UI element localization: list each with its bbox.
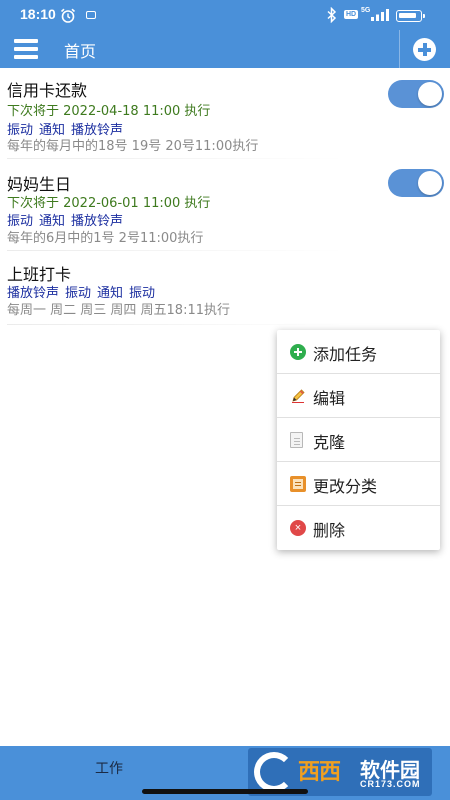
status-time: 18:10 — [20, 6, 56, 22]
watermark-url: CR173.COM — [360, 779, 421, 789]
toggle-knob — [418, 82, 442, 106]
task-item-mom-birthday[interactable]: 妈妈生日 下次将于 2022-06-01 11:00 执行 振动 通知 播放铃声 每… — [0, 160, 450, 252]
watermark-c-icon — [254, 752, 294, 792]
status-bar: 18:10 HD 5G — [0, 0, 450, 30]
mail-icon — [86, 11, 96, 19]
task-enable-toggle[interactable] — [388, 80, 444, 108]
task-enable-toggle[interactable] — [388, 169, 444, 197]
clone-document-icon — [290, 432, 303, 448]
divider — [7, 158, 347, 159]
task-next-run: 下次将于 2022-06-01 11:00 执行 — [7, 196, 211, 211]
divider — [7, 250, 347, 251]
task-next-run: 下次将于 2022-04-18 11:00 执行 — [7, 104, 211, 119]
menu-item-edit[interactable]: 编辑 — [277, 374, 440, 418]
hd-badge: HD — [344, 10, 359, 19]
task-schedule: 每周一 周二 周三 周四 周五18:11执行 — [7, 303, 230, 318]
bluetooth-icon — [327, 7, 337, 23]
add-task-icon — [290, 344, 306, 360]
delete-icon: × — [290, 520, 306, 536]
page-title: 首页 — [64, 42, 97, 61]
edit-pencil-icon — [292, 389, 305, 403]
task-title: 信用卡还款 — [7, 81, 88, 100]
home-indicator — [142, 789, 308, 794]
add-circle-icon[interactable] — [413, 38, 436, 61]
menu-item-label: 克隆 — [313, 433, 346, 452]
task-item-work-checkin[interactable]: 上班打卡 播放铃声 振动 通知 振动 每周一 周二 周三 周四 周五18:11执行 — [0, 252, 450, 327]
task-schedule: 每年的每月中的18号 19号 20号11:00执行 — [7, 139, 259, 154]
app-bar: 首页 — [0, 30, 450, 68]
menu-item-label: 编辑 — [313, 389, 346, 408]
watermark-brand-1: 西西 — [298, 760, 341, 785]
menu-item-change-category[interactable]: 更改分类 — [277, 462, 440, 506]
category-icon — [290, 476, 306, 492]
menu-item-clone[interactable]: 克隆 — [277, 418, 440, 462]
menu-item-add-task[interactable]: 添加任务 — [277, 330, 440, 374]
task-item-credit-card[interactable]: 信用卡还款 下次将于 2022-04-18 11:00 执行 振动 通知 播放铃声 … — [0, 68, 450, 160]
battery-icon — [396, 10, 425, 22]
tab-work[interactable]: 工作 — [95, 758, 123, 778]
app-bar-divider — [399, 30, 400, 68]
network-label: 5G — [361, 7, 371, 14]
toggle-knob — [418, 171, 442, 195]
hamburger-menu-icon[interactable] — [14, 39, 38, 59]
menu-item-label: 更改分类 — [313, 477, 378, 496]
menu-item-label: 添加任务 — [313, 345, 378, 364]
divider — [7, 324, 347, 325]
alarm-icon — [60, 8, 76, 23]
signal-icon — [371, 9, 389, 21]
menu-item-delete[interactable]: × 删除 — [277, 506, 440, 550]
menu-item-label: 删除 — [313, 521, 346, 540]
context-menu: 添加任务 编辑 克隆 更改分类 × 删除 — [277, 330, 440, 550]
task-schedule: 每年的6月中的1号 2号11:00执行 — [7, 231, 204, 246]
